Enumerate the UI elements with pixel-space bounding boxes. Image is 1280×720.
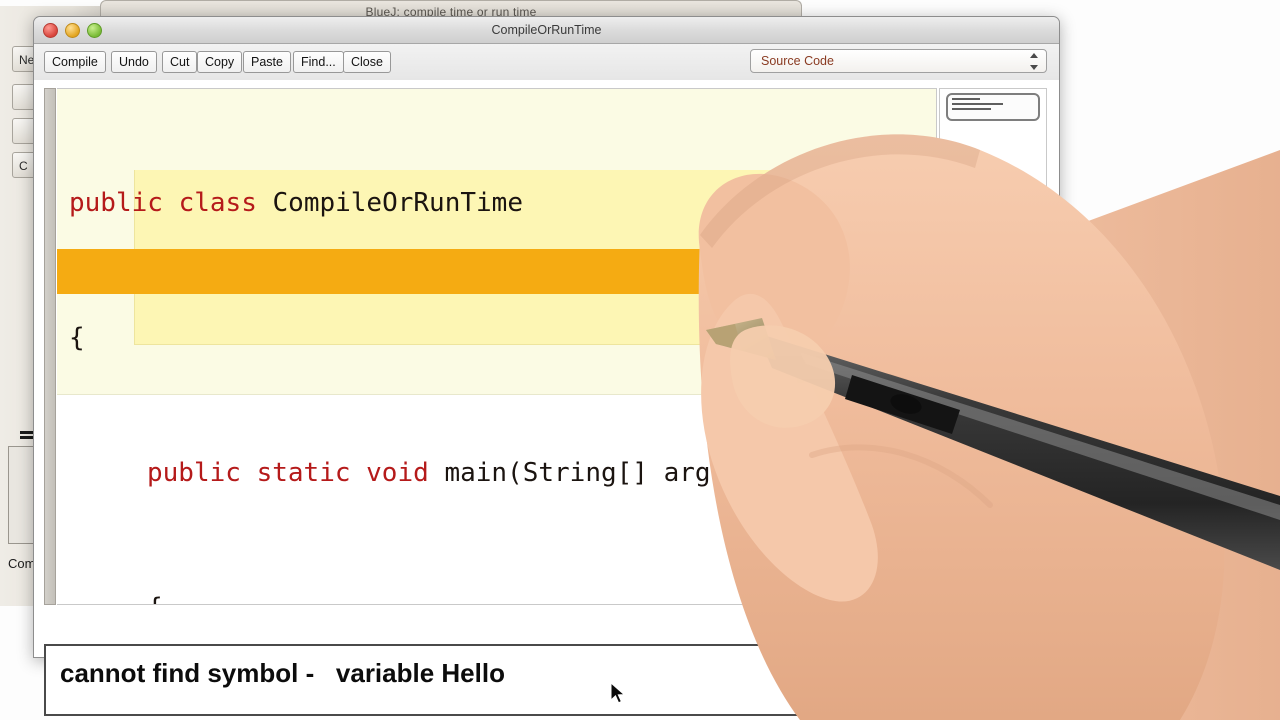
- keyword-class: class: [178, 188, 257, 218]
- saved-indicator: saved: [932, 644, 1030, 716]
- chevron-updown-icon[interactable]: [1027, 53, 1040, 70]
- saved-label: saved: [942, 665, 1020, 695]
- help-button[interactable]: ?: [898, 654, 924, 708]
- error-message: cannot find symbol - variable Hello: [60, 658, 505, 688]
- editor-window: CompileOrRunTime Compile Undo Cut Copy P…: [33, 16, 1060, 658]
- class-open-brace: {: [69, 323, 85, 353]
- keyword-public: public: [69, 188, 163, 218]
- keyword-void: void: [366, 458, 429, 488]
- chevron-up-icon: [1029, 53, 1038, 58]
- class-name: CompileOrRunTime: [272, 188, 523, 218]
- source-code[interactable]: public class CompileOrRunTime { public s…: [57, 89, 936, 604]
- cursor-arrow-icon: [610, 682, 626, 704]
- screen-root: New Class... C Com BlueJ: compile time o…: [0, 0, 1280, 720]
- cut-button[interactable]: Cut: [162, 51, 198, 73]
- method-open-brace: {: [147, 593, 163, 604]
- view-selector[interactable]: Source Code: [750, 49, 1047, 73]
- minimap-line: [952, 108, 992, 110]
- close-editor-button[interactable]: Close: [343, 51, 391, 73]
- copy-button[interactable]: Copy: [197, 51, 243, 73]
- view-selector-label: Source Code: [761, 54, 834, 68]
- compile-label[interactable]: Com: [8, 556, 35, 571]
- compile-button[interactable]: Compile: [44, 51, 106, 73]
- code-line-3: public static void main(String[] args): [57, 451, 936, 496]
- code-editor[interactable]: public class CompileOrRunTime { public s…: [57, 88, 937, 605]
- naviview-column[interactable]: [939, 88, 1047, 605]
- editor-gutter[interactable]: [44, 88, 56, 605]
- minimap-line: [952, 103, 1003, 105]
- keyword-static: static: [256, 458, 351, 488]
- undo-button[interactable]: Undo: [111, 51, 157, 73]
- keyword-public-2: public: [147, 458, 241, 488]
- chevron-down-icon: [1029, 65, 1038, 70]
- minimap-line: [952, 98, 980, 100]
- naviview-minimap[interactable]: [946, 93, 1040, 121]
- editor-titlebar[interactable]: CompileOrRunTime: [34, 17, 1059, 44]
- code-line-2: {: [57, 316, 936, 361]
- paste-button[interactable]: Paste: [243, 51, 291, 73]
- editor-window-title: CompileOrRunTime: [491, 23, 602, 37]
- editor-body: public class CompileOrRunTime { public s…: [34, 80, 1059, 657]
- editor-toolbar: Compile Undo Cut Copy Paste Find... Clos…: [34, 44, 1059, 81]
- code-line-1: public class CompileOrRunTime: [57, 181, 936, 226]
- status-bar: cannot find symbol - variable Hello ?: [44, 644, 934, 716]
- find-button[interactable]: Find...: [293, 51, 344, 73]
- code-line-4: {: [57, 586, 936, 604]
- method-signature: main(String[] args): [444, 458, 742, 488]
